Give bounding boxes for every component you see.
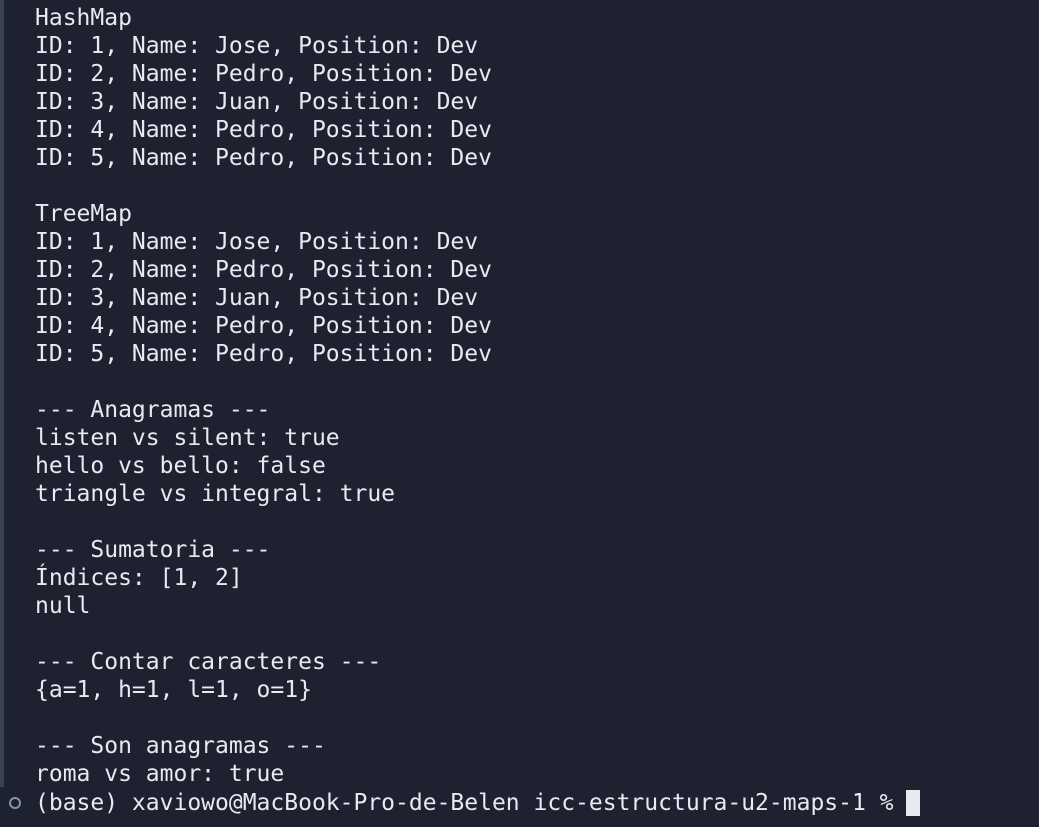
output-line: hello vs bello: false xyxy=(35,453,326,479)
output-line: --- Anagramas --- xyxy=(35,397,271,423)
output-line: ID: 4, Name: Pedro, Position: Dev xyxy=(35,117,492,143)
output-line: --- Contar caracteres --- xyxy=(35,649,382,675)
output-line: ID: 5, Name: Pedro, Position: Dev xyxy=(35,145,492,171)
output-line: null xyxy=(35,593,91,619)
output-line: ID: 5, Name: Pedro, Position: Dev xyxy=(35,341,492,367)
output-line: ID: 2, Name: Pedro, Position: Dev xyxy=(35,257,492,283)
output-line: --- Son anagramas --- xyxy=(35,733,326,759)
prompt-row[interactable]: (base) xaviowo@MacBook-Pro-de-Belen icc-… xyxy=(0,789,920,817)
output-line: TreeMap xyxy=(35,201,132,227)
output-line: HashMap xyxy=(35,5,132,31)
output-line: ID: 1, Name: Jose, Position: Dev xyxy=(35,33,479,59)
output-line: {a=1, h=1, l=1, o=1} xyxy=(35,677,312,703)
output-line: ID: 2, Name: Pedro, Position: Dev xyxy=(35,61,492,87)
prompt-marker-icon xyxy=(9,797,21,809)
output-line: --- Sumatoria --- xyxy=(35,537,271,563)
output-line: ID: 3, Name: Juan, Position: Dev xyxy=(35,285,479,311)
output-line: ID: 4, Name: Pedro, Position: Dev xyxy=(35,313,492,339)
output-line: Índices: [1, 2] xyxy=(35,565,243,591)
shell-prompt: (base) xaviowo@MacBook-Pro-de-Belen icc-… xyxy=(35,790,894,816)
text-cursor[interactable] xyxy=(905,790,920,816)
output-line: roma vs amor: true xyxy=(35,761,285,787)
output-line: ID: 1, Name: Jose, Position: Dev xyxy=(35,229,479,255)
output-line: listen vs silent: true xyxy=(35,425,340,451)
output-line: ID: 3, Name: Juan, Position: Dev xyxy=(35,89,479,115)
terminal-window[interactable]: HashMap ID: 1, Name: Jose, Position: Dev I… xyxy=(0,0,1039,827)
command-gutter-line xyxy=(0,0,4,787)
output-line: triangle vs integral: true xyxy=(35,481,396,507)
terminal-output: HashMap ID: 1, Name: Jose, Position: Dev I… xyxy=(35,4,492,788)
